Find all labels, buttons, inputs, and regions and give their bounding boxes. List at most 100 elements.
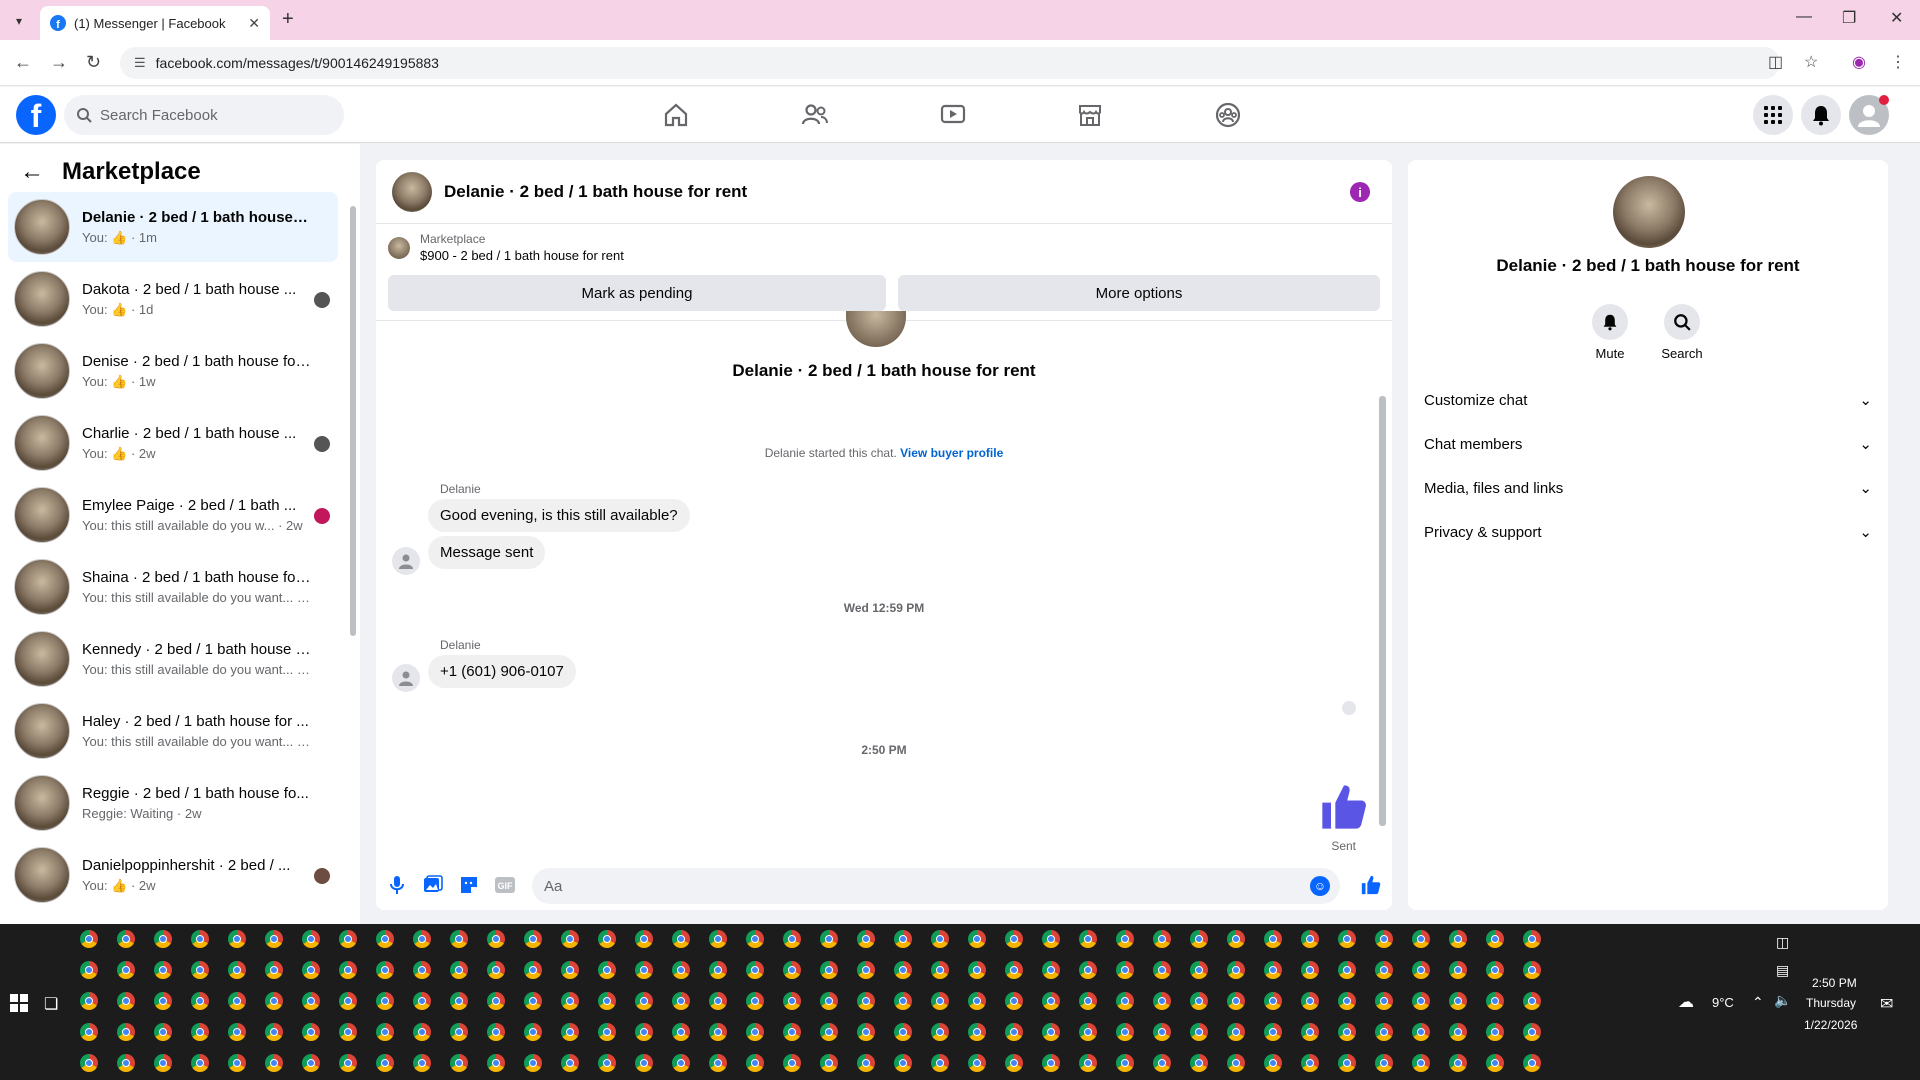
chrome-taskbar-icon[interactable] — [1523, 961, 1541, 979]
close-tab-icon[interactable]: ✕ — [248, 15, 260, 32]
chrome-taskbar-icon[interactable] — [931, 1023, 949, 1041]
customize-chat-section[interactable]: Customize chat ⌄ — [1424, 380, 1872, 420]
chrome-taskbar-icon[interactable] — [487, 1054, 505, 1072]
chrome-taskbar-icon[interactable] — [598, 1054, 616, 1072]
chrome-taskbar-icon[interactable] — [931, 961, 949, 979]
chrome-taskbar-icon[interactable] — [1042, 992, 1060, 1010]
chrome-taskbar-icon[interactable] — [1153, 1054, 1171, 1072]
chrome-taskbar-icon[interactable] — [894, 961, 912, 979]
watch-video-icon[interactable] — [937, 99, 969, 131]
chrome-taskbar-icon[interactable] — [968, 1023, 986, 1041]
forward-button[interactable]: → — [50, 52, 68, 73]
chrome-taskbar-icon[interactable] — [635, 961, 653, 979]
chrome-taskbar-icon[interactable] — [672, 930, 690, 948]
menu-grid-icon[interactable] — [1753, 95, 1793, 135]
chrome-taskbar-icon[interactable] — [376, 1023, 394, 1041]
chrome-taskbar-icon[interactable] — [968, 992, 986, 1010]
conversation-item[interactable]: Emylee Paige · 2 bed / 1 bath ... You: th… — [8, 480, 338, 550]
conversation-item[interactable]: Delanie · 2 bed / 1 bath house fo... You:… — [8, 192, 338, 262]
chrome-taskbar-icon[interactable] — [1190, 961, 1208, 979]
notifications-icon[interactable]: ✉ — [1880, 994, 1893, 1014]
chrome-taskbar-icon[interactable] — [191, 1023, 209, 1041]
chrome-taskbar-icon[interactable] — [1153, 1023, 1171, 1041]
chrome-taskbar-icon[interactable] — [1264, 1023, 1282, 1041]
chrome-taskbar-icon[interactable] — [1153, 930, 1171, 948]
chrome-taskbar-icon[interactable] — [1486, 930, 1504, 948]
chrome-taskbar-icon[interactable] — [487, 1023, 505, 1041]
chrome-taskbar-icon[interactable] — [265, 992, 283, 1010]
chrome-taskbar-icon[interactable] — [1375, 930, 1393, 948]
photo-icon[interactable] — [422, 874, 444, 896]
conversation-item[interactable]: Danielpoppinhershit · 2 bed / ... You: 👍 … — [8, 840, 338, 910]
chrome-taskbar-icon[interactable] — [1005, 961, 1023, 979]
chrome-taskbar-icon[interactable] — [191, 992, 209, 1010]
chrome-taskbar-icon[interactable] — [1486, 1054, 1504, 1072]
conversation-item[interactable]: Dakota · 2 bed / 1 bath house ... You: 👍 … — [8, 264, 338, 334]
chrome-taskbar-icon[interactable] — [931, 930, 949, 948]
chrome-taskbar-icon[interactable] — [1301, 930, 1319, 948]
chrome-taskbar-icon[interactable] — [783, 930, 801, 948]
privacy-support-section[interactable]: Privacy & support ⌄ — [1424, 512, 1872, 552]
clock-time[interactable]: 2:50 PM — [1812, 976, 1857, 990]
chrome-taskbar-icon[interactable] — [635, 1054, 653, 1072]
chrome-taskbar-icon[interactable] — [857, 992, 875, 1010]
chrome-taskbar-icon[interactable] — [598, 992, 616, 1010]
minimize-button[interactable]: — — [1796, 8, 1812, 26]
chrome-taskbar-icon[interactable] — [857, 961, 875, 979]
chrome-taskbar-icon[interactable] — [635, 1023, 653, 1041]
chrome-taskbar-icon[interactable] — [154, 992, 172, 1010]
chrome-taskbar-icon[interactable] — [1116, 1054, 1134, 1072]
chrome-taskbar-icon[interactable] — [524, 1054, 542, 1072]
chrome-taskbar-icon[interactable] — [228, 992, 246, 1010]
chrome-taskbar-icon[interactable] — [1523, 1023, 1541, 1041]
chrome-taskbar-icon[interactable] — [1375, 961, 1393, 979]
chrome-taskbar-icon[interactable] — [1264, 992, 1282, 1010]
chrome-taskbar-icon[interactable] — [413, 1023, 431, 1041]
chrome-taskbar-icon[interactable] — [672, 1023, 690, 1041]
chrome-taskbar-icon[interactable] — [1153, 961, 1171, 979]
chrome-taskbar-icon[interactable] — [1375, 992, 1393, 1010]
back-button[interactable]: ← — [14, 52, 32, 73]
account-avatar[interactable] — [1849, 95, 1889, 135]
chrome-taskbar-icon[interactable] — [1449, 961, 1467, 979]
chrome-taskbar-icon[interactable] — [561, 1054, 579, 1072]
chrome-taskbar-icon[interactable] — [80, 961, 98, 979]
contact-avatar[interactable] — [1613, 176, 1685, 248]
chrome-taskbar-icon[interactable] — [1523, 930, 1541, 948]
chrome-taskbar-icon[interactable] — [1190, 930, 1208, 948]
chrome-taskbar-icon[interactable] — [709, 961, 727, 979]
chrome-taskbar-icon[interactable] — [1116, 961, 1134, 979]
chrome-taskbar-icon[interactable] — [746, 1054, 764, 1072]
chrome-taskbar-icon[interactable] — [450, 1023, 468, 1041]
chrome-taskbar-icon[interactable] — [931, 992, 949, 1010]
conversation-list-scrollbar[interactable] — [350, 206, 356, 636]
chrome-taskbar-icon[interactable] — [1338, 1054, 1356, 1072]
chrome-taskbar-icon[interactable] — [1338, 961, 1356, 979]
chrome-taskbar-icon[interactable] — [1116, 1023, 1134, 1041]
chrome-taskbar-icon[interactable] — [339, 930, 357, 948]
chrome-taskbar-icon[interactable] — [561, 1023, 579, 1041]
chat-title[interactable]: Delanie · 2 bed / 1 bath house for rent — [444, 182, 747, 202]
chrome-taskbar-icon[interactable] — [1449, 930, 1467, 948]
chrome-taskbar-icon[interactable] — [265, 1023, 283, 1041]
chrome-taskbar-icon[interactable] — [265, 1054, 283, 1072]
chrome-taskbar-icon[interactable] — [1042, 1054, 1060, 1072]
chrome-taskbar-icon[interactable] — [1079, 992, 1097, 1010]
media-files-links-section[interactable]: Media, files and links ⌄ — [1424, 468, 1872, 508]
browser-tab[interactable]: f (1) Messenger | Facebook ✕ — [40, 6, 270, 40]
chrome-taskbar-icon[interactable] — [1079, 1023, 1097, 1041]
chrome-taskbar-icon[interactable] — [1227, 1023, 1245, 1041]
chrome-taskbar-icon[interactable] — [709, 992, 727, 1010]
chrome-taskbar-icon[interactable] — [117, 930, 135, 948]
chat-avatar[interactable] — [392, 171, 432, 212]
chrome-taskbar-icon[interactable] — [561, 992, 579, 1010]
chrome-taskbar-icon[interactable] — [339, 961, 357, 979]
mark-as-pending-button[interactable]: Mark as pending — [388, 275, 886, 311]
info-icon[interactable]: i — [1350, 182, 1370, 202]
conversation-item[interactable]: Denise · 2 bed / 1 bath house for... You:… — [8, 336, 338, 406]
conversation-item[interactable]: Kennedy · 2 bed / 1 bath house f... You: … — [8, 624, 338, 694]
chrome-taskbar-icon[interactable] — [783, 992, 801, 1010]
profile-icon[interactable]: ◉ — [1852, 52, 1866, 72]
chrome-taskbar-icon[interactable] — [1116, 930, 1134, 948]
chrome-taskbar-icon[interactable] — [1449, 992, 1467, 1010]
